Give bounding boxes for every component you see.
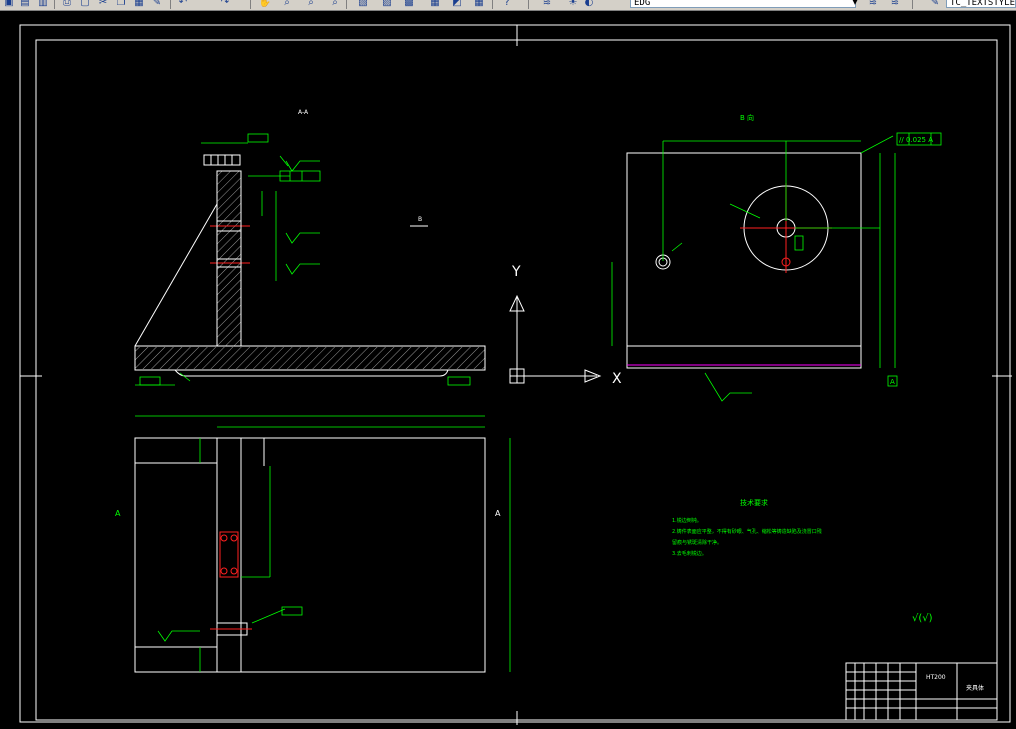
right-section-mark: A (495, 509, 501, 518)
new-icon[interactable]: ▣ (2, 0, 16, 9)
text-style-icon[interactable]: ✎ (928, 0, 942, 9)
layer-manager-icon[interactable]: ≋ (540, 0, 554, 9)
ucs-icon: Y X (509, 264, 622, 387)
left-section-mark: A (115, 509, 121, 518)
tech-line-3: 留痕与锈斑清除干净。 (672, 539, 722, 546)
layer-previous-2-icon[interactable]: ≋ (888, 0, 902, 9)
help-icon[interactable]: ? (500, 0, 514, 9)
ucs-x-label: X (612, 371, 622, 387)
layer-previous-icon[interactable]: ◐ (582, 0, 596, 9)
preview-icon[interactable]: ▢ (78, 0, 92, 9)
print-icon[interactable]: ⎙ (60, 0, 74, 9)
tech-line-1: 1.锐边倒钝。 (672, 517, 702, 524)
tech-line-4: 3.去毛刺锐边。 (672, 550, 707, 557)
zoom-window-icon[interactable]: ⌕ (304, 0, 318, 9)
zoom-previous-icon[interactable]: ⌕ (328, 0, 342, 9)
view-b-marker: B (418, 216, 422, 223)
view-b-label: B 向 (740, 113, 754, 122)
plan-view: A A (115, 415, 511, 673)
calculator-icon[interactable]: ▦ (472, 0, 486, 9)
datum-a: A (890, 378, 895, 386)
sheet-set-icon[interactable]: ▦ (428, 0, 442, 9)
match-icon[interactable]: ✎ (150, 0, 164, 9)
pan-icon[interactable]: ✋ (258, 0, 272, 9)
save-icon[interactable]: ▥ (36, 0, 50, 9)
design-center-icon[interactable]: ▨ (380, 0, 394, 9)
parallel-tolerance: // 0.025 A (899, 136, 933, 144)
sheet-outer-border (19, 24, 1011, 723)
layer-combo[interactable]: EDG (630, 0, 856, 8)
drawing-canvas[interactable]: A-A B Y X B 向 // 0.025 A A A A 技术要求 1.锐边… (0, 11, 1016, 725)
markup-icon[interactable]: ◩ (450, 0, 464, 9)
undo-icon[interactable]: ↶ (176, 0, 190, 9)
part-name-text: 夹具体 (966, 684, 984, 692)
tech-line-2: 2.铸件表面应平整，不得有砂眼、气孔、缩松等铸造缺陷及浇冒口残 (672, 528, 822, 535)
text-style-combo[interactable]: TC_TEXTSTYLE (946, 0, 1016, 8)
section-label: A-A (298, 109, 309, 116)
properties-icon[interactable]: ▧ (356, 0, 370, 9)
ucs-y-label: Y (511, 264, 521, 280)
standard-toolbar: ▣ ▤ ▥ ⎙ ▢ ✂ ❐ ▦ ✎ ↶ ↷ ✋ ⌕ ⌕ ⌕ ▧ ▨ ▩ ▦ ◩ … (0, 0, 1016, 11)
material-text: HT200 (926, 674, 946, 681)
section-view-aa: A-A B (134, 109, 486, 386)
title-block: HT200 夹具体 (845, 662, 998, 721)
paste-icon[interactable]: ▦ (132, 0, 146, 9)
drawing-svg[interactable]: A-A B Y X B 向 // 0.025 A A A A 技术要求 1.锐边… (0, 11, 1016, 725)
zoom-realtime-icon[interactable]: ⌕ (280, 0, 294, 9)
tool-palette-icon[interactable]: ▩ (402, 0, 416, 9)
tech-title: 技术要求 (740, 498, 768, 507)
cut-icon[interactable]: ✂ (96, 0, 110, 9)
roughness-note: √(√) (912, 613, 933, 624)
make-current-icon[interactable]: ≋ (866, 0, 880, 9)
technical-requirements: 技术要求 1.锐边倒钝。 2.铸件表面应平整，不得有砂眼、气孔、缩松等铸造缺陷及… (672, 498, 933, 624)
chevron-down-icon[interactable]: ▾ (848, 0, 862, 9)
copy-icon[interactable]: ❐ (114, 0, 128, 9)
redo-icon[interactable]: ↷ (218, 0, 232, 9)
open-icon[interactable]: ▤ (18, 0, 32, 9)
layer-state-icon[interactable]: ☀ (566, 0, 580, 9)
view-b: B 向 // 0.025 A A (611, 113, 942, 402)
